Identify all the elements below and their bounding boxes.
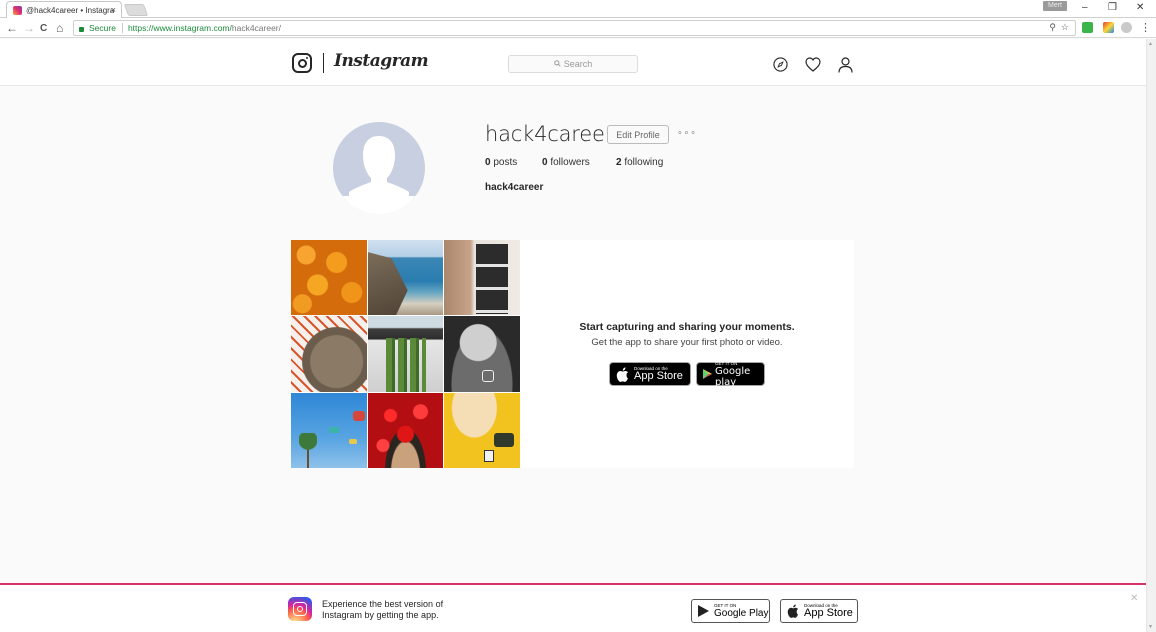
instagram-wordmark[interactable]: Instagram (334, 51, 429, 71)
stat-followers[interactable]: 0 followers (542, 157, 590, 168)
activity-heart-icon[interactable] (805, 57, 821, 77)
photo-sky-ride (291, 392, 367, 468)
browser-menu-icon[interactable]: ⋮ (1140, 21, 1151, 35)
empty-state-panel: Start capturing and sharing your moments… (291, 240, 854, 468)
back-button[interactable]: ← (6, 21, 18, 35)
lock-icon (79, 26, 84, 32)
banner-close-icon[interactable]: ✕ (1130, 593, 1138, 604)
security-label: Secure (89, 23, 116, 33)
instagram-camera-logo-icon[interactable] (292, 53, 312, 73)
photo-photobooth-strip (444, 240, 520, 316)
search-icon (553, 59, 561, 69)
photo-coastline (367, 240, 444, 316)
color-extension-icon[interactable] (1103, 22, 1114, 33)
photo-oranges (291, 240, 367, 316)
tab-title: @hack4career • Instagram (26, 5, 114, 15)
empty-state-title: Start capturing and sharing your moments… (579, 321, 795, 333)
stat-followers-label: followers (550, 157, 590, 168)
stat-posts-count: 0 (485, 157, 491, 168)
browser-tab-active[interactable]: @hack4career • Instagram × (6, 1, 122, 18)
stat-following[interactable]: 2 following (616, 157, 663, 168)
home-button[interactable]: ⌂ (56, 21, 63, 35)
logo-divider (323, 53, 324, 73)
profile-person-icon[interactable] (838, 57, 853, 78)
close-window-button[interactable]: ✕ (1136, 2, 1144, 13)
photo-cat-on-yellow (444, 392, 520, 468)
banner-app-store-button[interactable]: Download on the App Store (780, 599, 858, 623)
key-icon[interactable]: ⚲ (1049, 22, 1056, 32)
url-host: https://www.instagram.com/ (127, 23, 232, 33)
banner-message-line-1: Experience the best version of (322, 599, 444, 609)
profile-avatar[interactable] (333, 122, 425, 214)
minimize-button[interactable]: – (1082, 2, 1088, 13)
default-avatar-silhouette-icon (333, 136, 425, 214)
apple-logo-icon (616, 366, 628, 382)
get-app-banner: Experience the best version of Instagram… (0, 583, 1146, 632)
profile-full-name: hack4career (485, 182, 544, 193)
instagram-app-icon (288, 597, 312, 621)
banner-message: Experience the best version of Instagram… (322, 599, 443, 621)
apple-logo-icon (787, 604, 799, 618)
photo-red-flowers (367, 392, 444, 468)
scroll-down-arrow-icon[interactable]: ▼ (1148, 624, 1153, 630)
reload-button[interactable]: C (40, 22, 47, 36)
stat-following-label: following (624, 157, 664, 168)
google-play-big-text: Google play (715, 365, 751, 388)
omnibox-divider (121, 23, 123, 33)
banner-google-play-big-text: Google Play (714, 608, 769, 619)
stat-posts: 0 posts (485, 157, 517, 168)
search-placeholder: Search (563, 59, 593, 69)
banner-message-line-2: Instagram by getting the app. (322, 610, 439, 620)
edit-profile-button[interactable]: Edit Profile (607, 125, 669, 144)
sample-photo-grid (291, 240, 520, 468)
browser-profile-chip[interactable]: Mert (1043, 1, 1067, 11)
forward-button[interactable]: → (23, 21, 35, 35)
instagram-header: Instagram Search (0, 39, 1146, 86)
browser-toolbar: ← → C ⌂ Secure https://www.instagram.com… (0, 18, 1156, 38)
stat-followers-count: 0 (542, 157, 548, 168)
new-tab-button[interactable] (123, 4, 149, 16)
instagram-favicon-icon (13, 5, 22, 15)
banner-google-play-button[interactable]: GET IT ON Google Play (691, 599, 770, 623)
globe-extension-icon[interactable] (1121, 22, 1132, 33)
banner-app-store-big-text: App Store (804, 607, 853, 619)
photo-cactus (367, 316, 444, 392)
url-path: hack4career/ (231, 23, 281, 33)
stat-following-count: 2 (616, 157, 622, 168)
google-play-logo-icon (703, 369, 713, 379)
app-store-big-text: App Store (634, 370, 683, 382)
green-extension-icon[interactable] (1082, 22, 1093, 33)
page-scrollbar[interactable]: ▲ ▼ (1146, 39, 1156, 632)
restore-button[interactable]: ❐ (1108, 2, 1117, 13)
profile-username: hack4career (485, 122, 614, 146)
google-play-logo-icon (698, 605, 709, 617)
stat-posts-label: posts (493, 157, 518, 168)
photo-dog (291, 316, 367, 392)
google-play-button[interactable]: GET IT ON Google play (696, 361, 765, 388)
photo-laughing-baby (444, 316, 520, 392)
browser-tabstrip: @hack4career • Instagram × Mert – ❐ ✕ (0, 0, 1156, 18)
tab-close-icon[interactable]: × (111, 5, 116, 15)
bookmark-star-icon[interactable]: ☆ (1061, 22, 1069, 32)
app-store-button[interactable]: Download on the App Store (609, 362, 691, 386)
more-options-icon[interactable]: ∘∘∘ (677, 127, 697, 138)
omnibox-actions: ⚲ ☆ (1049, 22, 1069, 33)
scroll-up-arrow-icon[interactable]: ▲ (1148, 41, 1153, 47)
search-input[interactable]: Search (508, 55, 638, 73)
address-bar[interactable]: Secure https://www.instagram.com/ hack4c… (73, 20, 1076, 36)
empty-state-subtitle: Get the app to share your first photo or… (591, 337, 783, 348)
explore-compass-icon[interactable] (773, 57, 788, 77)
